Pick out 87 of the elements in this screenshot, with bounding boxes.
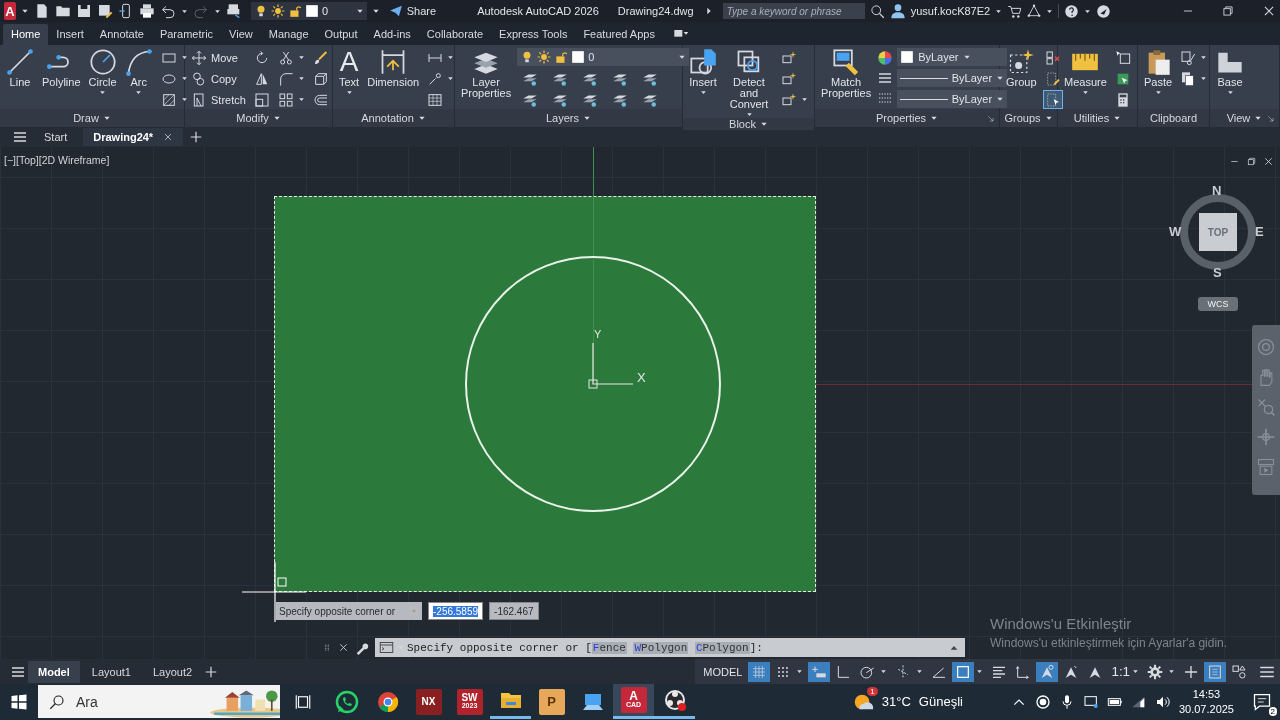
ribbon-tool[interactable]: Copy xyxy=(189,69,248,88)
property-dropdown[interactable]: ByLayer xyxy=(897,48,1008,66)
annotation-scale[interactable]: 1:1 xyxy=(1108,661,1142,682)
layout-tab[interactable]: Model xyxy=(28,660,80,683)
app-letters: P xyxy=(547,697,556,706)
compass-letter[interactable]: W xyxy=(1169,224,1182,239)
taskbar-app[interactable]: NX xyxy=(408,684,449,719)
share-button[interactable]: Share xyxy=(384,4,441,18)
ribbon-tool[interactable]: Insert xyxy=(687,48,719,118)
app-letters: SW xyxy=(461,693,478,702)
ribbon-tool[interactable]: Arc xyxy=(122,48,155,109)
taskbar-search[interactable]: Ara xyxy=(38,685,280,718)
notification-badge: 1 xyxy=(867,686,878,696)
command-option[interactable]: Fence xyxy=(591,641,627,654)
app-logo[interactable]: A xyxy=(4,2,17,20)
notification-count: 2 xyxy=(1268,706,1277,716)
property-value: ByLayer xyxy=(951,93,993,105)
layer-dropdown[interactable]: 0 xyxy=(251,2,367,20)
ribbon-tab[interactable]: Featured Apps xyxy=(575,24,663,45)
coordinate-field[interactable]: -256.5859 xyxy=(428,602,484,620)
letter-icon: A xyxy=(339,48,359,76)
ribbon-tab[interactable]: Insert xyxy=(48,24,92,45)
command-option[interactable]: CPolygon xyxy=(694,641,750,654)
property-value: ByLayer xyxy=(918,51,959,63)
ribbon-tab[interactable]: Parametric xyxy=(151,24,222,45)
compass-letter[interactable]: E xyxy=(1255,224,1264,239)
ribbon-tool[interactable]: Dimension xyxy=(365,48,422,109)
panel-title[interactable]: Properties xyxy=(875,112,927,124)
ribbon-tab[interactable]: Collaborate xyxy=(418,24,492,45)
ribbon-tool[interactable]: Circle xyxy=(86,48,119,109)
ribbon-tool[interactable]: Match Properties xyxy=(819,48,874,109)
ribbon-tool[interactable]: Detect and Convert xyxy=(723,48,775,118)
compass-letter[interactable]: S xyxy=(1213,265,1222,280)
app-letters: A xyxy=(629,691,638,701)
viewport-controls[interactable]: [−][Top][2D Wireframe] xyxy=(4,154,110,166)
taskbar-app[interactable]: P xyxy=(531,684,572,719)
ribbon-tool[interactable]: Stretch xyxy=(189,90,248,109)
compass-letter[interactable]: N xyxy=(1212,183,1222,198)
ribbon-tool[interactable]: Move xyxy=(189,48,248,67)
clock-date[interactable]: 30.07.2025 xyxy=(1178,701,1234,717)
app-title: Autodesk AutoCAD 2026 xyxy=(477,5,599,17)
ribbon-tool[interactable]: Polyline xyxy=(40,48,83,109)
ribbon-tab[interactable]: Home xyxy=(3,24,49,45)
coordinate-value: -162.467 xyxy=(494,605,534,617)
file-tab[interactable]: Start xyxy=(34,128,78,146)
axis-label: Y xyxy=(594,328,602,340)
ribbon-tab[interactable]: Output xyxy=(316,24,366,45)
command-option[interactable]: WPolygon xyxy=(633,641,689,654)
coordinate-value: -256.5859 xyxy=(433,605,479,617)
tooltip-text: Specify opposite corner or xyxy=(279,605,396,617)
panel-title[interactable]: Draw xyxy=(73,112,99,124)
layer-name: 0 xyxy=(322,5,330,17)
panel-title[interactable]: Layers xyxy=(546,112,579,124)
coordinate-system-menu[interactable]: WCS xyxy=(1198,297,1238,311)
layer-name: 0 xyxy=(588,51,596,63)
ribbon-tool[interactable]: Base xyxy=(1214,48,1246,109)
ribbon-tab[interactable]: Annotate xyxy=(91,24,152,45)
ribbon-tool[interactable]: A Text xyxy=(337,48,362,109)
weather-condition: Güneşli xyxy=(918,694,963,709)
layout-tab[interactable]: Layout1 xyxy=(81,660,141,683)
command-prompt: Specify opposite corner or [Fence WPolygon CPolygon]: xyxy=(407,641,764,654)
layout-tab[interactable]: Layout2 xyxy=(142,660,203,683)
coordinate-field[interactable]: -162.467 xyxy=(489,602,539,620)
ribbon-tool[interactable]: Paste xyxy=(1142,48,1175,109)
ribbon-tab[interactable]: View xyxy=(221,24,261,45)
search-field[interactable]: Type a keyword or phrase xyxy=(722,3,865,19)
ribbon-tab[interactable]: Add-ins xyxy=(365,24,419,45)
user-name[interactable]: yusuf.kocK87E2 xyxy=(910,5,991,17)
ribbon-tab[interactable]: Express Tools xyxy=(491,24,576,45)
property-dropdown[interactable]: ByLayer xyxy=(897,90,1008,108)
ribbon-tool[interactable]: Line xyxy=(4,48,36,109)
axis-label: X xyxy=(637,370,646,385)
activation-title: Windows'u Etkinleştir xyxy=(990,615,1133,632)
ribbon-tool[interactable]: Layer Properties xyxy=(459,48,514,109)
temperature: 31°C xyxy=(881,694,911,709)
clock-time[interactable]: 14:53 xyxy=(1192,686,1221,702)
ribbon-tool[interactable]: Measure xyxy=(1062,48,1109,109)
file-tab[interactable]: Drawing24* xyxy=(83,128,184,146)
file-name: Drawing24.dwg xyxy=(617,5,694,17)
search-input[interactable]: Ara xyxy=(74,692,198,711)
activation-message: Windows'u etkinleştirmek için Ayarlar'a gidin. xyxy=(990,636,1228,650)
property-value: ByLayer xyxy=(951,72,993,84)
panel-title[interactable]: Modify xyxy=(236,112,269,124)
layer-dropdown[interactable]: 0 xyxy=(517,48,690,66)
app-letters: NX xyxy=(421,697,436,706)
model-space-toggle[interactable]: MODEL xyxy=(699,665,747,678)
ribbon-tab[interactable]: Manage xyxy=(260,24,317,45)
